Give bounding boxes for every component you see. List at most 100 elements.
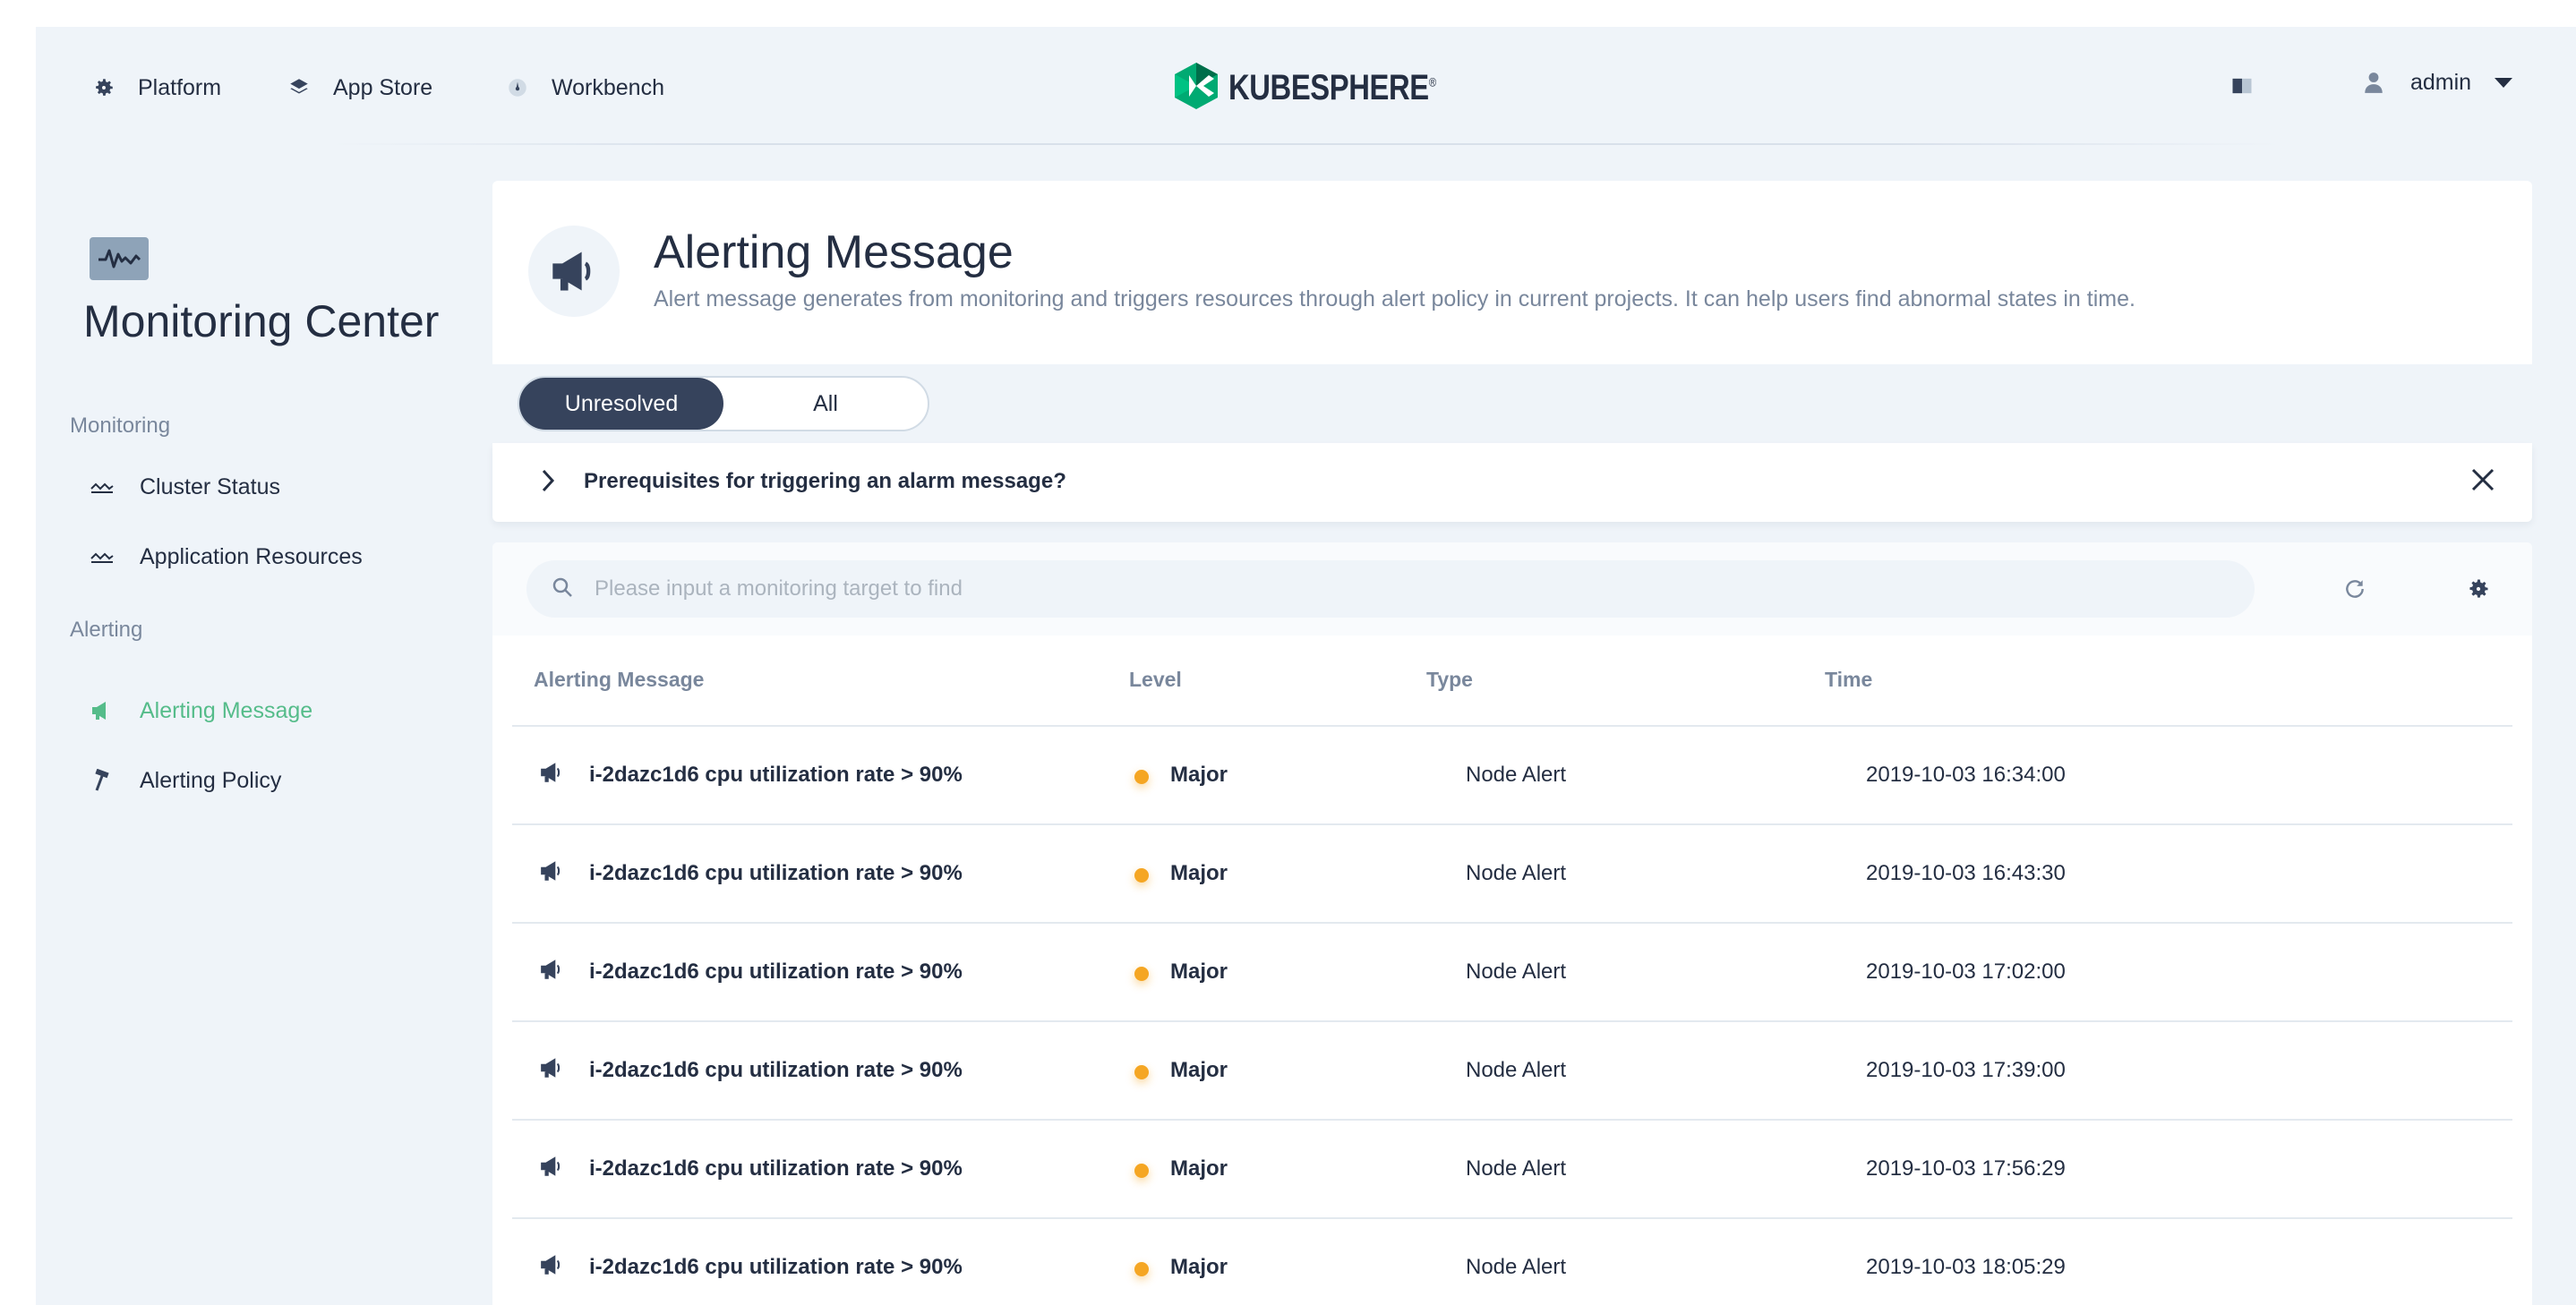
alert-level: Major (1170, 1156, 1228, 1181)
table-row[interactable]: i-2dazc1d6 cpu utilization rate > 90% Maj… (512, 1022, 2512, 1121)
nav-app-store[interactable]: App Store (287, 61, 432, 115)
column-header-time[interactable]: Time (1825, 668, 1872, 692)
table-row[interactable]: i-2dazc1d6 cpu utilization rate > 90% Maj… (512, 924, 2512, 1022)
chevron-right-icon[interactable] (539, 467, 557, 499)
megaphone-icon (90, 700, 115, 721)
column-header-type[interactable]: Type (1426, 668, 1473, 692)
alert-type: Node Alert (1466, 1058, 1567, 1082)
refresh-icon[interactable] (2339, 573, 2371, 605)
sidebar-group-monitoring: Monitoring (70, 414, 171, 438)
nav-divider (331, 143, 2281, 145)
megaphone-icon (539, 1155, 564, 1182)
alert-type: Node Alert (1466, 960, 1567, 984)
document-icon[interactable] (2229, 73, 2255, 103)
sidebar-item-label: Alerting Message (140, 697, 313, 723)
gear-icon (91, 75, 116, 100)
alert-level: Major (1170, 960, 1228, 984)
alert-message[interactable]: i-2dazc1d6 cpu utilization rate > 90% (589, 1156, 963, 1181)
table-row[interactable]: i-2dazc1d6 cpu utilization rate > 90% Maj… (512, 825, 2512, 924)
sidebar-item-application-resources[interactable]: Application Resources (90, 539, 363, 575)
megaphone-icon (539, 1056, 564, 1084)
app-window: Platform App Store Workbench KUBESPHERE®… (36, 27, 2576, 1305)
megaphone-icon (528, 226, 620, 317)
sidebar-item-alerting-policy[interactable]: Alerting Policy (90, 763, 281, 798)
user-icon (2364, 72, 2383, 95)
alert-time: 2019-10-03 17:56:29 (1866, 1156, 2066, 1181)
hammer-icon (90, 769, 115, 792)
top-nav: Platform App Store Workbench KUBESPHERE®… (36, 27, 2576, 145)
tab-unresolved[interactable]: Unresolved (519, 378, 723, 430)
user-menu[interactable]: admin (2364, 70, 2513, 96)
column-header-message[interactable]: Alerting Message (534, 668, 704, 692)
brand-name: KUBESPHERE® (1228, 68, 1436, 108)
nav-workbench-label: Workbench (552, 74, 664, 100)
table-toolbar (492, 542, 2532, 635)
level-indicator-dot (1134, 967, 1149, 981)
prerequisites-label[interactable]: Prerequisites for triggering an alarm me… (584, 469, 1066, 494)
kubesphere-logo-icon (1173, 61, 1220, 115)
prerequisites-panel: Prerequisites for triggering an alarm me… (492, 443, 2532, 522)
alert-type: Node Alert (1466, 861, 1567, 885)
table-row[interactable]: i-2dazc1d6 cpu utilization rate > 90% Maj… (512, 1121, 2512, 1219)
sidebar-item-alerting-message[interactable]: Alerting Message (90, 693, 312, 729)
alert-message[interactable]: i-2dazc1d6 cpu utilization rate > 90% (589, 960, 963, 985)
nav-workbench[interactable]: Workbench (505, 61, 664, 115)
sidebar-group-alerting: Alerting (70, 618, 143, 642)
sidebar-item-label: Application Resources (140, 543, 363, 569)
alert-table-card: Alerting Message Level Type Time i-2dazc… (492, 542, 2532, 1305)
megaphone-icon (539, 958, 564, 985)
megaphone-icon (539, 761, 564, 789)
sidebar-title: Monitoring Center (83, 296, 440, 346)
alert-message[interactable]: i-2dazc1d6 cpu utilization rate > 90% (589, 861, 963, 886)
wave-icon (90, 481, 115, 493)
status-toggle: Unresolved All (518, 376, 929, 431)
alert-type: Node Alert (1466, 763, 1567, 787)
brand-text: KUBESPHERE (1228, 68, 1429, 107)
megaphone-icon (539, 1253, 564, 1281)
alert-time: 2019-10-03 18:05:29 (1866, 1255, 2066, 1279)
table-header: Alerting Message Level Type Time (512, 635, 2512, 727)
alert-message[interactable]: i-2dazc1d6 cpu utilization rate > 90% (589, 763, 963, 788)
alert-message[interactable]: i-2dazc1d6 cpu utilization rate > 90% (589, 1255, 963, 1280)
megaphone-icon (539, 859, 564, 887)
sidebar-item-label: Alerting Policy (140, 767, 282, 793)
wave-icon (90, 550, 115, 563)
sidebar-item-label: Cluster Status (140, 473, 281, 499)
close-icon[interactable] (2469, 466, 2496, 498)
alert-level: Major (1170, 1255, 1228, 1279)
level-indicator-dot (1134, 868, 1149, 883)
brand-logo[interactable]: KUBESPHERE® (1173, 61, 1482, 115)
brand-trademark: ® (1428, 74, 1436, 90)
nav-platform-label: Platform (138, 74, 222, 100)
alert-level: Major (1170, 861, 1228, 885)
alert-time: 2019-10-03 16:43:30 (1866, 861, 2066, 885)
table-row[interactable]: i-2dazc1d6 cpu utilization rate > 90% Maj… (512, 1219, 2512, 1305)
table-row[interactable]: i-2dazc1d6 cpu utilization rate > 90% Maj… (512, 727, 2512, 825)
alert-type: Node Alert (1466, 1255, 1567, 1279)
column-header-level[interactable]: Level (1129, 668, 1182, 692)
chevron-down-icon (2495, 77, 2513, 89)
search-icon (552, 576, 573, 602)
alert-type: Node Alert (1466, 1156, 1567, 1181)
settings-icon[interactable] (2462, 573, 2495, 605)
alert-level: Major (1170, 763, 1228, 787)
sidebar-item-cluster-status[interactable]: Cluster Status (90, 469, 280, 505)
filter-bar: Unresolved All (492, 364, 2532, 443)
user-name: admin (2410, 70, 2472, 95)
nav-platform[interactable]: Platform (91, 61, 221, 115)
alert-level: Major (1170, 1058, 1228, 1082)
level-indicator-dot (1134, 770, 1149, 784)
level-indicator-dot (1134, 1065, 1149, 1079)
search-input[interactable] (595, 576, 2117, 601)
alert-time: 2019-10-03 17:02:00 (1866, 960, 2066, 984)
alert-time: 2019-10-03 17:39:00 (1866, 1058, 2066, 1082)
tab-all[interactable]: All (723, 378, 928, 430)
search-box (526, 560, 2255, 618)
page-header: Alerting Message Alert message generates… (492, 181, 2532, 364)
alert-message[interactable]: i-2dazc1d6 cpu utilization rate > 90% (589, 1058, 963, 1083)
dashboard-icon (505, 75, 530, 100)
page-description: Alert message generates from monitoring … (654, 286, 2135, 311)
nav-app-store-label: App Store (333, 74, 433, 100)
monitoring-center-icon (90, 237, 149, 280)
level-indicator-dot (1134, 1164, 1149, 1178)
